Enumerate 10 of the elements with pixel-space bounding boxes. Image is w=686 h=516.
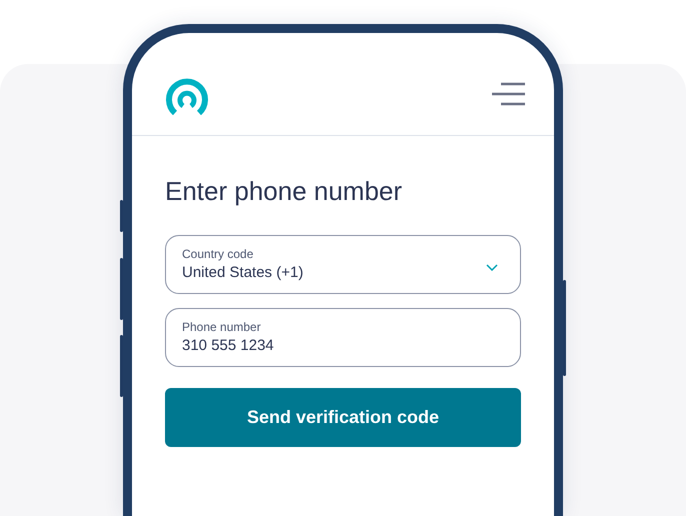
field-label: Country code (182, 246, 254, 262)
menu-icon[interactable] (491, 82, 525, 106)
field-label: Phone number (182, 318, 261, 334)
field-value: United States (+1) (182, 262, 304, 282)
chevron-down-icon (486, 264, 498, 271)
send-code-button[interactable]: Send verification code (165, 388, 521, 447)
page-title: Enter phone number (165, 175, 404, 208)
phone-field[interactable]: Phone number 310 555 1234 (165, 308, 521, 367)
field-value: 310 555 1234 (182, 336, 274, 356)
country-select[interactable]: Country code United States (+1) (165, 235, 521, 294)
